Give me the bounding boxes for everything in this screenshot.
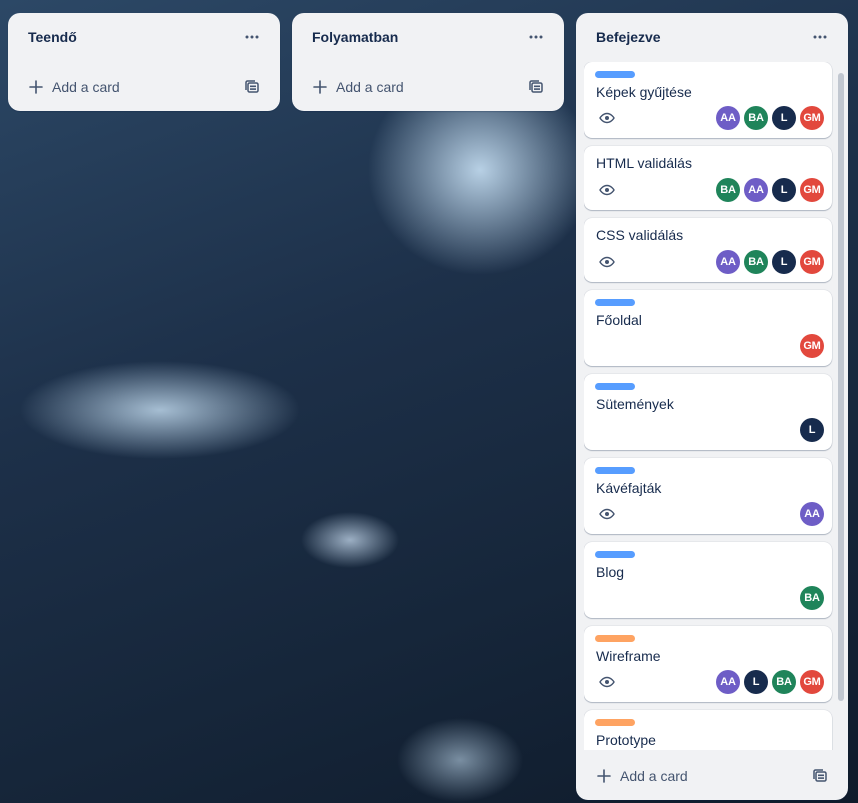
avatar[interactable]: GM bbox=[800, 250, 824, 274]
card[interactable]: Wireframe AA L BA GM bbox=[584, 626, 832, 702]
more-horizontal-icon bbox=[529, 35, 543, 39]
eye-icon bbox=[599, 506, 615, 522]
card-label[interactable] bbox=[595, 635, 635, 642]
card-title: Képek gyűjtése bbox=[596, 84, 692, 100]
card-label[interactable] bbox=[595, 383, 635, 390]
create-from-template-button[interactable] bbox=[808, 764, 832, 788]
avatar[interactable]: AA bbox=[716, 106, 740, 130]
template-icon bbox=[245, 80, 259, 93]
card-title: CSS validálás bbox=[596, 227, 684, 243]
plus-icon bbox=[597, 769, 611, 783]
card-title: Blog bbox=[596, 564, 625, 580]
list-befejezve: Befejezve Képek gyűjtése AA BA L GM HTML vali… bbox=[576, 13, 848, 800]
card[interactable]: Kávéfajták AA bbox=[584, 458, 832, 534]
add-card-row: Add a card bbox=[16, 71, 272, 103]
card[interactable]: Képek gyűjtése AA BA L GM bbox=[584, 62, 832, 138]
eye-icon bbox=[599, 254, 615, 270]
card-title: Kávéfajták bbox=[596, 480, 662, 496]
list-menu-button[interactable] bbox=[520, 21, 552, 53]
card-members: L bbox=[800, 418, 824, 442]
avatar[interactable]: GM bbox=[800, 670, 824, 694]
more-horizontal-icon bbox=[813, 35, 827, 39]
add-card-row: Add a card bbox=[584, 760, 840, 792]
avatar[interactable]: BA bbox=[744, 106, 768, 130]
card[interactable]: Prototype bbox=[584, 710, 832, 750]
card[interactable]: HTML validálás BA AA L GM bbox=[584, 146, 832, 210]
eye-icon bbox=[599, 674, 615, 690]
card-title: Főoldal bbox=[596, 312, 642, 328]
avatar[interactable]: L bbox=[744, 670, 768, 694]
list-teendo: Teendő Add a card bbox=[8, 13, 280, 111]
card-label[interactable] bbox=[595, 551, 635, 558]
template-icon bbox=[529, 80, 543, 93]
card-title: HTML validálás bbox=[596, 155, 692, 171]
add-card-button[interactable]: Add a card bbox=[312, 79, 404, 95]
card-members: BA AA L GM bbox=[716, 178, 824, 202]
card-title: Prototype bbox=[596, 732, 656, 748]
add-card-label: Add a card bbox=[620, 768, 688, 784]
avatar[interactable]: BA bbox=[716, 178, 740, 202]
avatar[interactable]: L bbox=[800, 418, 824, 442]
list-title[interactable]: Folyamatban bbox=[312, 29, 398, 45]
card-label[interactable] bbox=[595, 467, 635, 474]
avatar[interactable]: AA bbox=[800, 502, 824, 526]
add-card-row: Add a card bbox=[300, 71, 556, 103]
list-title[interactable]: Befejezve bbox=[596, 29, 661, 45]
card-members: GM bbox=[800, 334, 824, 358]
list-menu-button[interactable] bbox=[236, 21, 268, 53]
card-label[interactable] bbox=[595, 71, 635, 78]
avatar[interactable]: L bbox=[772, 250, 796, 274]
list-header: Teendő bbox=[8, 13, 280, 61]
card-title: Wireframe bbox=[596, 648, 661, 664]
avatar[interactable]: GM bbox=[800, 178, 824, 202]
list-title[interactable]: Teendő bbox=[28, 29, 77, 45]
avatar[interactable]: BA bbox=[800, 586, 824, 610]
card-members: AA L BA GM bbox=[716, 670, 824, 694]
plus-icon bbox=[313, 80, 327, 94]
avatar[interactable]: GM bbox=[800, 106, 824, 130]
card-title: Sütemények bbox=[596, 396, 674, 412]
card-label[interactable] bbox=[595, 719, 635, 726]
avatar[interactable]: BA bbox=[772, 670, 796, 694]
list-header: Befejezve bbox=[576, 13, 848, 61]
more-horizontal-icon bbox=[245, 35, 259, 39]
avatar[interactable]: BA bbox=[744, 250, 768, 274]
avatar[interactable]: GM bbox=[800, 334, 824, 358]
avatar[interactable]: L bbox=[772, 178, 796, 202]
card-list: Képek gyűjtése AA BA L GM HTML validálás BA AA L… bbox=[584, 62, 838, 750]
avatar[interactable]: AA bbox=[716, 670, 740, 694]
add-card-button[interactable]: Add a card bbox=[28, 79, 120, 95]
card-members: AA bbox=[800, 502, 824, 526]
avatar[interactable]: AA bbox=[744, 178, 768, 202]
add-card-label: Add a card bbox=[336, 79, 404, 95]
list-header: Folyamatban bbox=[292, 13, 564, 61]
card-members: AA BA L GM bbox=[716, 106, 824, 130]
avatar[interactable]: AA bbox=[716, 250, 740, 274]
card-members: BA bbox=[800, 586, 824, 610]
template-icon bbox=[813, 769, 827, 782]
eye-icon bbox=[599, 182, 615, 198]
card[interactable]: Sütemények L bbox=[584, 374, 832, 450]
card[interactable]: Blog BA bbox=[584, 542, 832, 618]
list-folyamatban: Folyamatban Add a card bbox=[292, 13, 564, 111]
plus-icon bbox=[29, 80, 43, 94]
card[interactable]: CSS validálás AA BA L GM bbox=[584, 218, 832, 282]
board: Teendő Add a card Folyamatban Add a card… bbox=[0, 0, 858, 803]
avatar[interactable]: L bbox=[772, 106, 796, 130]
list-scrollbar[interactable] bbox=[838, 73, 844, 701]
add-card-label: Add a card bbox=[52, 79, 120, 95]
eye-icon bbox=[599, 110, 615, 126]
create-from-template-button[interactable] bbox=[240, 75, 264, 99]
card[interactable]: Főoldal GM bbox=[584, 290, 832, 366]
card-label[interactable] bbox=[595, 299, 635, 306]
create-from-template-button[interactable] bbox=[524, 75, 548, 99]
list-menu-button[interactable] bbox=[804, 21, 836, 53]
add-card-button[interactable]: Add a card bbox=[596, 768, 688, 784]
card-members: AA BA L GM bbox=[716, 250, 824, 274]
